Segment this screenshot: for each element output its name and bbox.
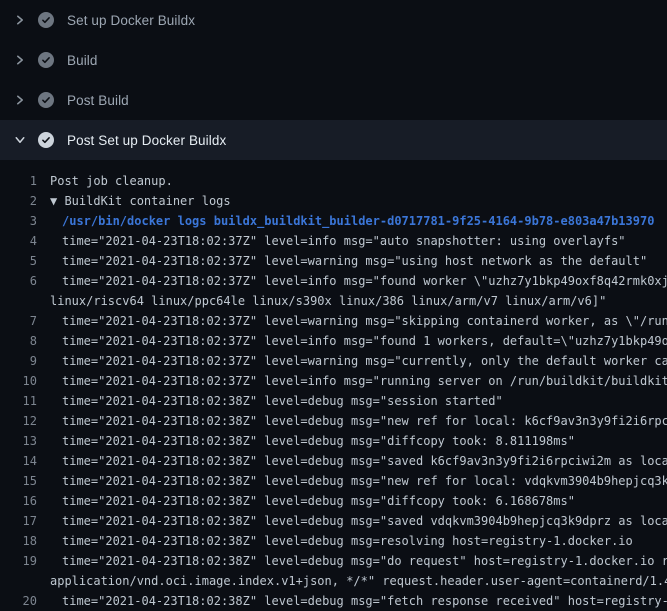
log-line-number[interactable]: 16: [0, 491, 37, 511]
log-line: 4 time="2021-04-23T18:02:37Z" level=info…: [0, 231, 667, 251]
log-line-text: time="2021-04-23T18:02:38Z" level=debug …: [62, 391, 503, 411]
step-sections: Set up Docker Buildx Build: [0, 0, 667, 160]
log-group-caret-icon[interactable]: ▼: [50, 194, 64, 208]
log-line: 8 time="2021-04-23T18:02:37Z" level=info…: [0, 331, 667, 351]
step-title: Set up Docker Buildx: [67, 13, 195, 28]
log-line-number[interactable]: 10: [0, 371, 37, 391]
log-line: 15 time="2021-04-23T18:02:38Z" level=deb…: [0, 471, 667, 491]
step-title: Post Build: [67, 93, 129, 108]
check-circle-icon: [38, 92, 54, 108]
log-line-number[interactable]: 3: [0, 211, 37, 231]
log-line: 17 time="2021-04-23T18:02:38Z" level=deb…: [0, 511, 667, 531]
log-line: 9 time="2021-04-23T18:02:37Z" level=warn…: [0, 351, 667, 371]
log-line-number[interactable]: 8: [0, 331, 37, 351]
log-line-text: time="2021-04-23T18:02:38Z" level=debug …: [62, 491, 575, 511]
log-line-text: time="2021-04-23T18:02:37Z" level=info m…: [62, 331, 667, 351]
log-line: 2 ▼ BuildKit container logs: [0, 191, 667, 211]
log-line-number[interactable]: 17: [0, 511, 37, 531]
chevron-down-icon: [14, 134, 26, 146]
step-section-post-build[interactable]: Post Build: [0, 80, 667, 120]
step-section-post-set-up-docker-buildx[interactable]: Post Set up Docker Buildx: [0, 120, 667, 160]
log-line-number[interactable]: 11: [0, 391, 37, 411]
log-line: 14 time="2021-04-23T18:02:38Z" level=deb…: [0, 451, 667, 471]
log-line-text: time="2021-04-23T18:02:38Z" level=debug …: [62, 551, 667, 571]
log-line-wrap-continuation: linux/riscv64 linux/ppc64le linux/s390x …: [0, 291, 667, 311]
log-line-number[interactable]: 19: [0, 551, 37, 571]
check-circle-icon: [38, 132, 54, 148]
log-line-text: time="2021-04-23T18:02:38Z" level=debug …: [62, 471, 667, 491]
log-line: 19 time="2021-04-23T18:02:38Z" level=deb…: [0, 551, 667, 571]
log-line: 11 time="2021-04-23T18:02:38Z" level=deb…: [0, 391, 667, 411]
log-line: 3 /usr/bin/docker logs buildx_buildkit_b…: [0, 211, 667, 231]
log-line-number[interactable]: 6: [0, 271, 37, 291]
check-circle-icon: [38, 12, 54, 28]
log-line-text: time="2021-04-23T18:02:37Z" level=info m…: [62, 271, 667, 291]
log-line-number[interactable]: 15: [0, 471, 37, 491]
log-line-wrap-continuation: application/vnd.oci.image.index.v1+json,…: [0, 571, 667, 591]
step-title: Build: [67, 53, 98, 68]
log-line-number[interactable]: 5: [0, 251, 37, 271]
log-line: 6 time="2021-04-23T18:02:37Z" level=info…: [0, 271, 667, 291]
log-line-text: time="2021-04-23T18:02:37Z" level=warnin…: [62, 251, 647, 271]
chevron-right-icon: [14, 54, 26, 66]
chevron-right-icon: [14, 94, 26, 106]
log-line-text: time="2021-04-23T18:02:38Z" level=debug …: [62, 511, 667, 531]
log-line: 16 time="2021-04-23T18:02:38Z" level=deb…: [0, 491, 667, 511]
log-line: 18 time="2021-04-23T18:02:38Z" level=deb…: [0, 531, 667, 551]
log-line: 5 time="2021-04-23T18:02:37Z" level=warn…: [0, 251, 667, 271]
log-line-text: Post job cleanup.: [50, 171, 173, 191]
log-line-text: time="2021-04-23T18:02:38Z" level=debug …: [62, 451, 667, 471]
log-line-text: time="2021-04-23T18:02:37Z" level=info m…: [62, 371, 667, 391]
log-line-number[interactable]: 7: [0, 311, 37, 331]
log-line-number[interactable]: 20: [0, 591, 37, 611]
chevron-right-icon: [14, 14, 26, 26]
check-circle-icon: [38, 52, 54, 68]
log-line: 13 time="2021-04-23T18:02:38Z" level=deb…: [0, 431, 667, 451]
step-section-set-up-docker-buildx[interactable]: Set up Docker Buildx: [0, 0, 667, 40]
log-line-number[interactable]: 1: [0, 171, 37, 191]
log-line-text: time="2021-04-23T18:02:37Z" level=warnin…: [62, 351, 667, 371]
log-line-text: time="2021-04-23T18:02:37Z" level=info m…: [62, 231, 626, 251]
log-line-number[interactable]: 13: [0, 431, 37, 451]
log-line: 10 time="2021-04-23T18:02:37Z" level=inf…: [0, 371, 667, 391]
log-line-text: time="2021-04-23T18:02:38Z" level=debug …: [62, 431, 575, 451]
log-line-number[interactable]: 2: [0, 191, 37, 211]
log-line-text: ▼ BuildKit container logs: [50, 191, 231, 211]
log-line-text: time="2021-04-23T18:02:38Z" level=debug …: [62, 591, 667, 611]
log-group-label[interactable]: BuildKit container logs: [64, 194, 230, 208]
log-line-number[interactable]: 18: [0, 531, 37, 551]
log-line-text: /usr/bin/docker logs buildx_buildkit_bui…: [62, 211, 654, 231]
log-line-text: time="2021-04-23T18:02:38Z" level=debug …: [62, 411, 667, 431]
log-line-text: time="2021-04-23T18:02:37Z" level=warnin…: [62, 311, 667, 331]
log-line-number[interactable]: 12: [0, 411, 37, 431]
step-section-build[interactable]: Build: [0, 40, 667, 80]
log-line-number[interactable]: 4: [0, 231, 37, 251]
log-line: 1 Post job cleanup.: [0, 171, 667, 191]
log-line: 7 time="2021-04-23T18:02:37Z" level=warn…: [0, 311, 667, 331]
log-line: 20 time="2021-04-23T18:02:38Z" level=deb…: [0, 591, 667, 611]
log-line-number[interactable]: 9: [0, 351, 37, 371]
log-line-text: application/vnd.oci.image.index.v1+json,…: [50, 571, 667, 591]
log-line-text: time="2021-04-23T18:02:38Z" level=debug …: [62, 531, 633, 551]
log-viewer: 1 Post job cleanup. 2 ▼ BuildKit contain…: [0, 160, 667, 611]
step-title: Post Set up Docker Buildx: [67, 133, 226, 148]
log-line: 12 time="2021-04-23T18:02:38Z" level=deb…: [0, 411, 667, 431]
log-line-number[interactable]: 14: [0, 451, 37, 471]
log-line-text: linux/riscv64 linux/ppc64le linux/s390x …: [50, 291, 606, 311]
